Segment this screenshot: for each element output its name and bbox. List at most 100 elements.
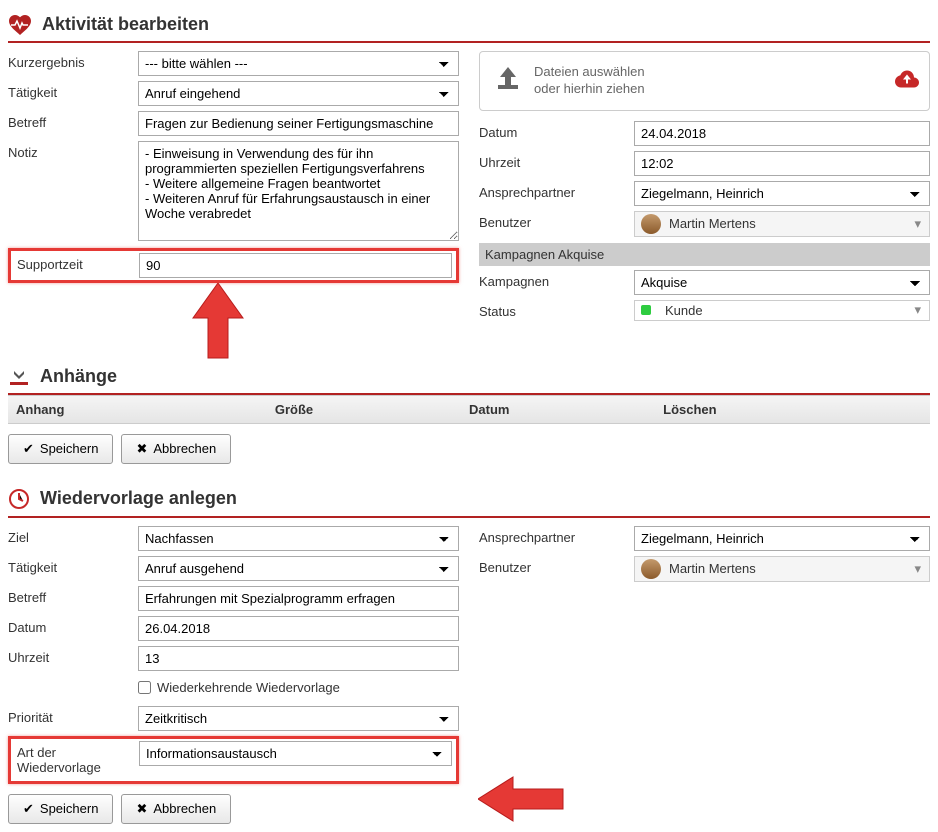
- art-highlight: Art der Wiedervorlage Informationsaustau…: [8, 736, 459, 784]
- uhrzeit-row: Uhrzeit: [479, 151, 930, 177]
- art-select[interactable]: Informationsaustausch: [139, 741, 452, 766]
- kurzergebnis-select[interactable]: --- bitte wählen ---: [138, 51, 459, 76]
- betreff-input[interactable]: [138, 111, 459, 136]
- fu-datum-label: Datum: [8, 616, 138, 635]
- chevron-down-icon: ▾: [914, 216, 921, 232]
- chevron-down-icon: ▾: [914, 302, 921, 318]
- col-groesse: Größe: [275, 402, 469, 417]
- cancel-button-2[interactable]: ✖ Abbrechen: [121, 794, 231, 824]
- col-anhang: Anhang: [16, 402, 275, 417]
- kampagnen-select[interactable]: Akquise: [634, 270, 930, 295]
- art-label: Art der Wiedervorlage: [13, 741, 139, 779]
- download-icon: [8, 366, 30, 386]
- followup-section-header: Wiedervorlage anlegen: [8, 482, 930, 518]
- kampagnen-section-bar: Kampagnen Akquise: [479, 243, 930, 266]
- supportzeit-input[interactable]: [139, 253, 452, 278]
- col-datum: Datum: [469, 402, 663, 417]
- status-value: Kunde: [665, 303, 703, 318]
- fu-ansprechpartner-row: Ansprechpartner Ziegelmann, Heinrich: [479, 526, 930, 552]
- datum-row: Datum: [479, 121, 930, 147]
- arrow-left-icon: [478, 774, 568, 827]
- fu-benutzer-row: Benutzer Martin Mertens ▾: [479, 556, 930, 582]
- betreff-row: Betreff: [8, 111, 459, 137]
- ziel-row: Ziel Nachfassen: [8, 526, 459, 552]
- avatar-icon: [641, 559, 661, 579]
- datum-input[interactable]: [634, 121, 930, 146]
- supportzeit-highlight: Supportzeit: [8, 248, 459, 283]
- close-icon: ✖: [136, 441, 147, 457]
- arrow-up-icon: [188, 283, 248, 366]
- fu-betreff-row: Betreff: [8, 586, 459, 612]
- prioritaet-select[interactable]: Zeitkritisch: [138, 706, 459, 731]
- fu-betreff-label: Betreff: [8, 586, 138, 605]
- fu-ansprechpartner-label: Ansprechpartner: [479, 526, 634, 545]
- taetigkeit-row: Tätigkeit Anruf eingehend: [8, 81, 459, 107]
- datum-label: Datum: [479, 121, 634, 140]
- kurzergebnis-row: Kurzergebnis --- bitte wählen ---: [8, 51, 459, 77]
- taetigkeit-select[interactable]: Anruf eingehend: [138, 81, 459, 106]
- close-icon: ✖: [136, 801, 147, 817]
- benutzer-value: Martin Mertens: [669, 216, 756, 231]
- fu-ansprechpartner-select[interactable]: Ziegelmann, Heinrich: [634, 526, 930, 551]
- betreff-label: Betreff: [8, 111, 138, 130]
- ansprechpartner-label: Ansprechpartner: [479, 181, 634, 200]
- dropzone-text-2: oder hierhin ziehen: [534, 81, 645, 98]
- fu-uhrzeit-input[interactable]: [138, 646, 459, 671]
- uhrzeit-input[interactable]: [634, 151, 930, 176]
- taetigkeit-label: Tätigkeit: [8, 81, 138, 100]
- ziel-select[interactable]: Nachfassen: [138, 526, 459, 551]
- status-dot-icon: [641, 305, 651, 315]
- avatar-icon: [641, 214, 661, 234]
- attachments-header: Anhänge: [8, 360, 930, 395]
- kampagnen-label: Kampagnen: [479, 270, 634, 289]
- fu-benutzer-select[interactable]: Martin Mertens ▾: [634, 556, 930, 582]
- fu-betreff-input[interactable]: [138, 586, 459, 611]
- activity-section-header: Aktivität bearbeiten: [8, 8, 930, 43]
- check-icon: ✔: [23, 441, 34, 457]
- save-button[interactable]: ✔ Speichern: [8, 434, 113, 464]
- fu-taetigkeit-select[interactable]: Anruf ausgehend: [138, 556, 459, 581]
- recurring-label: Wiederkehrende Wiedervorlage: [157, 680, 340, 695]
- notiz-row: Notiz - Einweisung in Verwendung des für…: [8, 141, 459, 244]
- cloud-upload-icon: [895, 70, 919, 91]
- activity-title: Aktivität bearbeiten: [42, 14, 209, 35]
- prioritaet-label: Priorität: [8, 706, 138, 725]
- benutzer-label: Benutzer: [479, 211, 634, 230]
- followup-title: Wiedervorlage anlegen: [40, 488, 237, 509]
- save-button-2[interactable]: ✔ Speichern: [8, 794, 113, 824]
- fu-datum-input[interactable]: [138, 616, 459, 641]
- heartbeat-icon: [8, 15, 32, 35]
- fu-benutzer-value: Martin Mertens: [669, 561, 756, 576]
- status-label: Status: [479, 300, 634, 319]
- fu-taetigkeit-row: Tätigkeit Anruf ausgehend: [8, 556, 459, 582]
- uhrzeit-label: Uhrzeit: [479, 151, 634, 170]
- kampagnen-row: Kampagnen Akquise: [479, 270, 930, 296]
- ansprechpartner-row: Ansprechpartner Ziegelmann, Heinrich: [479, 181, 930, 207]
- benutzer-row: Benutzer Martin Mertens ▾: [479, 211, 930, 237]
- fu-taetigkeit-label: Tätigkeit: [8, 556, 138, 575]
- status-select[interactable]: Kunde ▾: [634, 300, 930, 321]
- notiz-textarea[interactable]: - Einweisung in Verwendung des für ihn p…: [138, 141, 459, 241]
- upload-icon: [494, 67, 522, 94]
- fu-uhrzeit-label: Uhrzeit: [8, 646, 138, 665]
- cancel-button[interactable]: ✖ Abbrechen: [121, 434, 231, 464]
- attachments-title: Anhänge: [40, 366, 117, 387]
- attachments-table-header: Anhang Größe Datum Löschen: [8, 395, 930, 424]
- status-row: Status Kunde ▾: [479, 300, 930, 326]
- notiz-label: Notiz: [8, 141, 138, 160]
- chevron-down-icon: ▾: [914, 561, 921, 577]
- fu-datum-row: Datum: [8, 616, 459, 642]
- check-icon: ✔: [23, 801, 34, 817]
- benutzer-select[interactable]: Martin Mertens ▾: [634, 211, 930, 237]
- fu-uhrzeit-row: Uhrzeit: [8, 646, 459, 672]
- ziel-label: Ziel: [8, 526, 138, 545]
- recurring-checkbox[interactable]: [138, 681, 151, 694]
- col-loeschen: Löschen: [663, 402, 922, 417]
- clock-icon: [8, 488, 30, 510]
- ansprechpartner-select[interactable]: Ziegelmann, Heinrich: [634, 181, 930, 206]
- file-dropzone[interactable]: Dateien auswählen oder hierhin ziehen: [479, 51, 930, 111]
- supportzeit-label: Supportzeit: [13, 253, 139, 278]
- dropzone-text-1: Dateien auswählen: [534, 64, 645, 81]
- kurzergebnis-label: Kurzergebnis: [8, 51, 138, 70]
- recurring-row: Wiederkehrende Wiedervorlage: [8, 676, 459, 702]
